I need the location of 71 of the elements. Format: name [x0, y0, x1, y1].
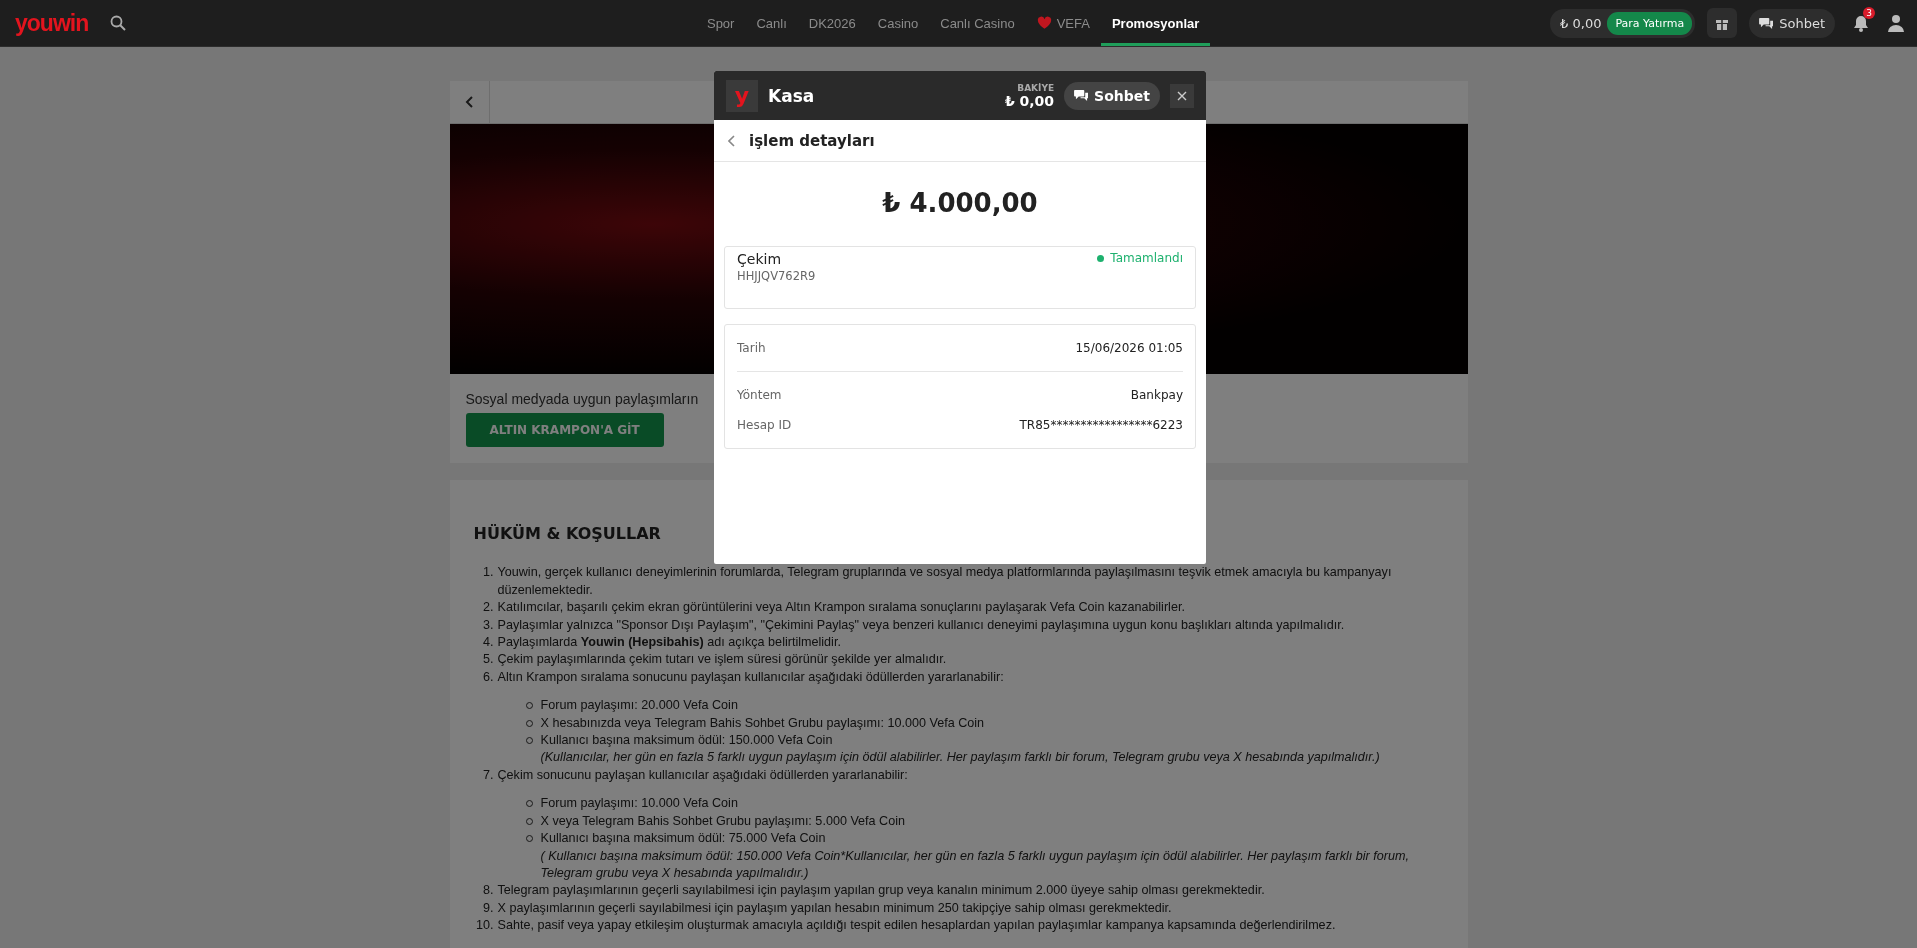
list-number: 3. [482, 616, 495, 634]
nav-link[interactable]: Casino [866, 0, 930, 46]
cta-button[interactable]: ALTIN KRAMPON'A GİT [465, 413, 664, 447]
terms-text: Altın Krampon sıralama sonucunu paylaşan kullanıcılar aşağıdaki ödüllerden yararlanabilir: [497, 668, 1005, 686]
close-icon [1177, 90, 1187, 101]
list-number: 1. [482, 564, 495, 582]
detail-value: TR85*****************6223 [1019, 418, 1183, 432]
list-number: 6. [482, 668, 495, 686]
deposit-button[interactable]: Para Yatırma [1607, 11, 1693, 35]
nav-link[interactable]: DK2026 [797, 0, 867, 46]
terms-note: (Kullanıcılar, her gün en fazla 5 farklı uygun paylaşım için ödül alabilirler. Her paylaşım farklı bir forum, Telegram grubu veya X hesabında yapılmalıdır.) [540, 749, 1380, 767]
terms-text: Telegram paylaşımlarının geçerli sayılabilmesi için paylaşım yapılan grup veya kanalın minimum 2.000 üyeye sahip olması gerekmektedir. [497, 882, 1265, 900]
notification-badge: 3 [1863, 6, 1875, 19]
list-number: 5. [482, 651, 495, 669]
nav-link[interactable]: Promosyonlar [1100, 0, 1211, 46]
subheader-title: işlem detayları [749, 131, 875, 150]
logo[interactable]: youwin [15, 9, 89, 37]
back-button[interactable] [728, 134, 735, 147]
detail-value: Bankpay [1130, 388, 1183, 402]
terms-text: X veya Telegram Bahis Sohbet Grubu paylaşımı: 5.000 Vefa Coin [540, 812, 905, 830]
terms-text: X hesabınızda veya Telegram Bahis Sohbet Grubu paylaşımı: 10.000 Vefa Coin [540, 714, 985, 732]
transaction-id: HHJJQV762R9 [737, 269, 816, 283]
nav-link[interactable]: Canlı Casino [929, 0, 1026, 46]
heart-icon [1036, 16, 1052, 30]
terms-text: Paylaşımlar yalnızca "Sponsor Dışı Paylaşım", "Çekimini Paylaş" veya benzeri kullanıcı deneyimi paylaşımına uygun konu başlıkları altında yapılmalıdır. [497, 616, 1345, 634]
detail-value: 15/06/2026 01:05 [1075, 341, 1183, 355]
close-button[interactable] [1170, 83, 1194, 108]
nav-link[interactable]: VEFA [1025, 0, 1101, 46]
list-number: 4. [482, 634, 495, 652]
transaction-type: Çekim [737, 251, 783, 267]
search-icon[interactable] [110, 15, 127, 31]
modal-title: Kasa [768, 85, 815, 106]
list-number: 2. [482, 599, 495, 617]
terms-note: ( Kullanıcı başına maksimum ödül: 150.000 Vefa Coin*Kullanıcılar, her gün en fazla 5 farklı uygun paylaşım için ödül alabilirler. Her paylaşım farklı bir forum, Telegram grubu veya X hesabında yapılmalıdır.) [540, 847, 1410, 882]
terms-text: Kullanıcı başına maksimum ödül: 75.000 Vefa Coin [540, 830, 826, 848]
chevron-left-icon [728, 134, 735, 147]
terms-title: HÜKÜM & KOŞULLAR [473, 525, 662, 543]
detail-label: Hesap ID [737, 418, 792, 432]
terms-text: Paylaşımlarda Youwin (Hepsibahis) adı açıkça belirtilmelidir. [497, 634, 841, 652]
chevron-left-icon [465, 96, 473, 108]
terms-text: Çekim paylaşımlarında çekim tutarı ve işlem süresi görünür şekilde yer almalıdır. [497, 651, 947, 669]
user-icon[interactable] [1887, 14, 1905, 32]
status-text: Tamamlandı [1110, 251, 1183, 265]
terms-text: Sahte, pasif veya yapay etkileşim oluşturmak amacıyla açıldığı tespit edilen hesaplardan yapılan paylaşımlar kampanya kapsamında değerlendirilmez. [497, 917, 1336, 935]
terms-text: Forum paylaşımı: 10.000 Vefa Coin [540, 795, 738, 813]
gift-button[interactable] [1707, 8, 1738, 38]
nav-link[interactable]: Spor [695, 0, 746, 46]
terms-text: X paylaşımlarının geçerli sayılabilmesi için paylaşım yapılan hesabın minimum 250 takipçiye sahip olması gerekmektedir. [497, 899, 1172, 917]
modal-logo: y [726, 79, 758, 112]
terms-text: Çekim sonucunu paylaşan kullanıcılar aşağıdaki ödüllerden yararlanabilir: [497, 766, 909, 784]
balance-amount: ₺ 0,00 [1560, 15, 1602, 31]
balance-label: BAKİYE [1017, 82, 1055, 93]
list-number: 7. [482, 766, 495, 784]
balance-amount: ₺ 0,00 [1004, 92, 1055, 109]
list-number: 8. [482, 882, 495, 900]
chat-icon [1759, 16, 1775, 30]
bell-icon[interactable] [1853, 14, 1869, 32]
terms-text: Youwin, gerçek kullanıcı deneyimlerinin forumlarda, Telegram gruplarında ve sosyal medya platformlarında paylaşılmasını teşvik etmek amacıyla bu kampanyayı düzenlemektedir. [497, 564, 1393, 599]
chat-button[interactable]: Sohbet [1749, 8, 1835, 38]
detail-label: Yöntem [737, 388, 782, 402]
terms-text: Kullanıcı başına maksimum ödül: 150.000 Vefa Coin [540, 732, 833, 750]
list-number: 9. [482, 899, 495, 917]
promo-text: Sosyal medyada uygun paylaşımların [465, 391, 699, 407]
nav-link[interactable]: Canlı [745, 0, 798, 46]
list-number: 10. [475, 917, 495, 935]
chat-button[interactable]: Sohbet [1064, 81, 1160, 110]
terms-text: Katılımcılar, başarılı çekim ekran görüntülerini veya Altın Krampon sıralama sonuçlarını paylaşarak Vefa Coin kazanabilirler. [497, 599, 1185, 617]
amount-text: ₺ 4.000,00 [881, 187, 1039, 220]
detail-label: Tarih [737, 341, 766, 355]
chat-icon [1074, 89, 1090, 102]
terms-text: Forum paylaşımı: 20.000 Vefa Coin [540, 697, 738, 715]
